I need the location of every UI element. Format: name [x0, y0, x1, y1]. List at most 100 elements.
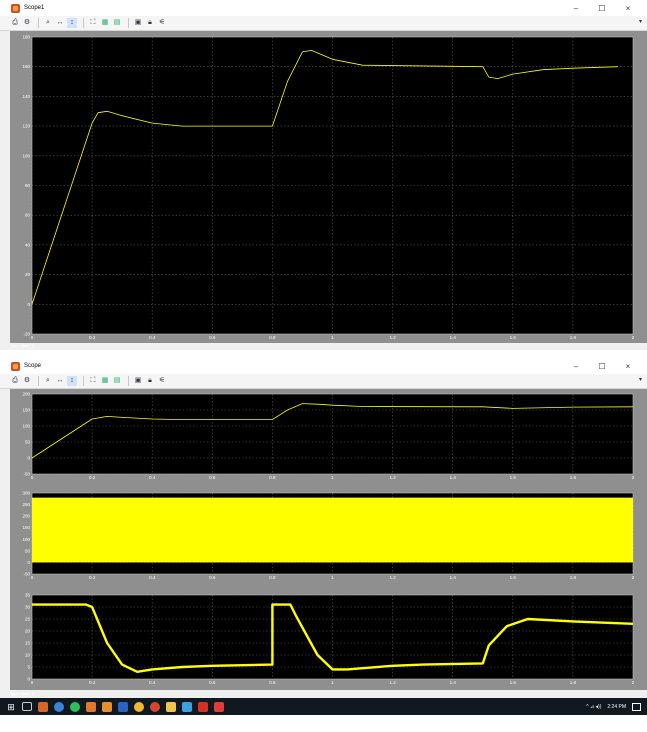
chrome-icon[interactable]: [54, 701, 64, 712]
task-view-icon[interactable]: [22, 702, 32, 711]
x-tick-label: 0.4: [149, 680, 156, 685]
print-icon[interactable]: ⎙: [10, 376, 20, 386]
print-icon[interactable]: ⎙: [10, 18, 20, 28]
matlab-icon-3[interactable]: [102, 701, 112, 712]
toolbar-separator: [128, 376, 129, 386]
x-tick-label: 1.4: [450, 475, 457, 480]
toolbar: ⎙ ⚙ ⌕ ↔ ↕ ⛶ ▦ ▤ ▣ 🔒︎ ⚟ ▾: [0, 374, 647, 389]
y-tick-label: 20: [25, 272, 31, 277]
y-tick-label: 50: [25, 548, 31, 553]
toolbar-overflow-icon[interactable]: ▾: [639, 376, 642, 383]
y-tick-label: 50: [25, 440, 31, 445]
maximize-button[interactable]: ☐: [589, 4, 615, 13]
restore-axes-icon[interactable]: ▤: [112, 18, 122, 28]
signal-selection-icon[interactable]: ⚟: [157, 18, 167, 28]
toolbar-separator: [128, 18, 129, 28]
x-tick-label: 0: [31, 680, 34, 685]
toolbar-overflow-icon[interactable]: ▾: [639, 18, 642, 25]
zoom-x-icon[interactable]: ↔: [55, 376, 65, 386]
time-offset-label: Time offset:: [10, 691, 31, 696]
x-tick-label: 1: [331, 575, 334, 580]
parameters-icon[interactable]: ⚙: [22, 376, 32, 386]
x-tick-label: 0.8: [269, 680, 276, 685]
lock-icon[interactable]: 🔒︎: [145, 18, 155, 28]
scope1-window: Scope1 – ☐ × ⎙ ⚙ ⌕ ↔ ↕ ⛶ ▦ ▤ ▣ 🔒︎ ⚟ ▾ 0 0…: [0, 0, 647, 350]
y-tick-label: 200: [22, 392, 30, 397]
zoom-y-icon[interactable]: ↕: [67, 18, 77, 28]
minimize-button[interactable]: –: [563, 4, 589, 13]
y-tick-label: 180: [22, 35, 30, 40]
x-tick-label: 1.6: [510, 475, 517, 480]
x-tick-label: 0.4: [149, 475, 156, 480]
explorer-icon[interactable]: [166, 701, 176, 712]
time-offset: Time offset: 0: [10, 343, 34, 348]
chrome-icon-2[interactable]: [134, 701, 144, 712]
save-axes-icon[interactable]: ▦: [100, 18, 110, 28]
matlab-icon[interactable]: [38, 701, 48, 712]
y-tick-label: 100: [22, 424, 30, 429]
x-tick-label: 1.4: [450, 680, 457, 685]
matlab-icon: [11, 3, 20, 13]
ppt-icon[interactable]: [150, 701, 160, 712]
notification-icon[interactable]: [632, 702, 641, 711]
autoscale-icon[interactable]: ⛶: [88, 376, 98, 386]
x-tick-label: 0.4: [149, 575, 156, 580]
x-tick-label: 0: [31, 475, 34, 480]
signal-band: [32, 497, 633, 563]
floating-scope-icon[interactable]: ▣: [133, 376, 143, 386]
y-tick-label: 15: [25, 641, 31, 646]
tray-icons[interactable]: ^ ⊿ ◂)): [586, 704, 601, 710]
acrobat-icon[interactable]: [214, 701, 224, 712]
whatsapp-icon[interactable]: [70, 701, 80, 712]
x-tick-label: 1.8: [570, 575, 577, 580]
x-tick-label: 0.8: [269, 335, 276, 340]
y-tick-label: 150: [22, 525, 30, 530]
x-tick-label: 0.2: [89, 475, 96, 480]
close-button[interactable]: ×: [615, 4, 641, 13]
minimize-button[interactable]: –: [563, 362, 589, 371]
toolbar-separator: [83, 376, 84, 386]
restore-axes-icon[interactable]: ▤: [112, 376, 122, 386]
signal-selection-icon[interactable]: ⚟: [157, 376, 167, 386]
plot-axes-2[interactable]: 0 0.2 0.4 0.6 0.8 1 1.2 1.4 1.6 1.8 2-500501001502…: [10, 389, 647, 489]
title-bar[interactable]: Scope – ☐ ×: [0, 358, 647, 374]
zoom-y-icon[interactable]: ↕: [67, 376, 77, 386]
y-tick-label: 100: [22, 153, 30, 158]
lock-icon[interactable]: 🔒︎: [145, 376, 155, 386]
plot-axes-4[interactable]: 0 0.2 0.4 0.6 0.8 1 1.2 1.4 1.6 1.8 20510152025303…: [10, 589, 647, 690]
matlab-icon-2[interactable]: [86, 701, 96, 712]
y-tick-label: 120: [22, 124, 30, 129]
start-icon[interactable]: ⊞: [6, 702, 16, 712]
photos-icon[interactable]: [182, 701, 192, 712]
x-tick-label: 0.6: [209, 335, 216, 340]
y-tick-label: 40: [25, 242, 31, 247]
floating-scope-icon[interactable]: ▣: [133, 18, 143, 28]
x-tick-label: 0: [31, 575, 34, 580]
title-bar[interactable]: Scope1 – ☐ ×: [0, 0, 647, 16]
word-icon[interactable]: [118, 701, 128, 712]
y-tick-label: 60: [25, 213, 31, 218]
clock[interactable]: 2:24 PM: [607, 704, 626, 710]
zoom-icon[interactable]: ⌕: [43, 18, 53, 28]
zoom-icon[interactable]: ⌕: [43, 376, 53, 386]
x-tick-label: 2: [632, 475, 635, 480]
parameters-icon[interactable]: ⚙: [22, 18, 32, 28]
pdf-icon[interactable]: [198, 701, 208, 712]
close-button[interactable]: ×: [615, 362, 641, 371]
y-tick-label: 0: [27, 302, 30, 307]
x-tick-label: 0.6: [209, 680, 216, 685]
x-tick-label: 1.8: [570, 475, 577, 480]
zoom-x-icon[interactable]: ↔: [55, 18, 65, 28]
scope-plot-area: 0 0.2 0.4 0.6 0.8 1 1.2 1.4 1.6 1.8 2 -20 0 20 40 60 80 1…: [10, 31, 647, 343]
y-tick-label: 140: [22, 94, 30, 99]
save-axes-icon[interactable]: ▦: [100, 376, 110, 386]
plot-axes-1[interactable]: 0 0.2 0.4 0.6 0.8 1 1.2 1.4 1.6 1.8 2-200204060801…: [10, 31, 647, 343]
x-tick-label: 1: [331, 475, 334, 480]
plot-axes-3[interactable]: 0 0.2 0.4 0.6 0.8 1 1.2 1.4 1.6 1.8 2-500501001502…: [10, 489, 647, 589]
maximize-button[interactable]: ☐: [589, 362, 615, 371]
x-tick-label: 0.6: [209, 575, 216, 580]
time-offset-label: Time offset:: [10, 343, 31, 348]
autoscale-icon[interactable]: ⛶: [88, 18, 98, 28]
x-tick-label: 0.2: [89, 575, 96, 580]
x-tick-label: 0.2: [89, 680, 96, 685]
